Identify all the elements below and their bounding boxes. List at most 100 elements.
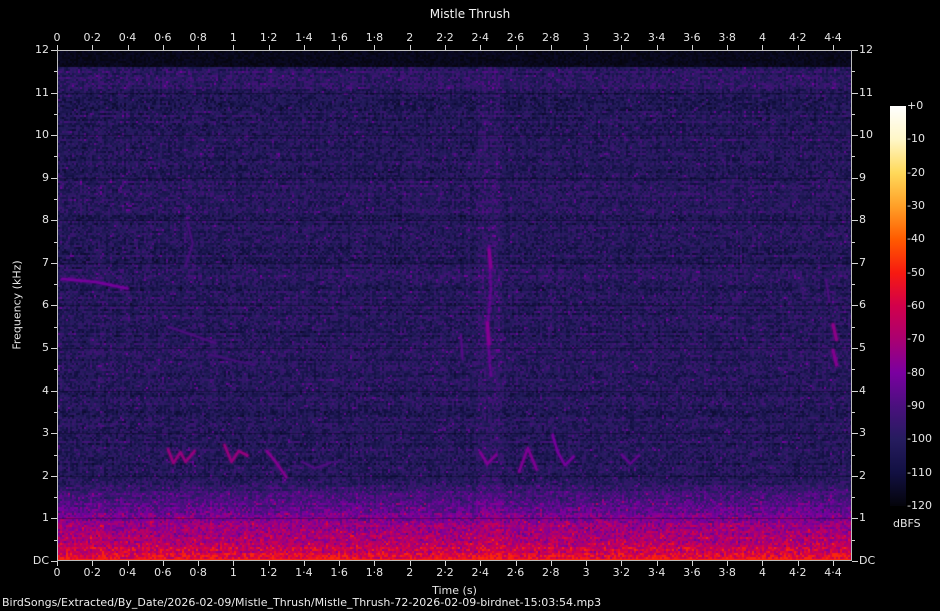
top-time-tick-label: 0·2 xyxy=(84,32,102,44)
bottom-time-tick xyxy=(621,561,622,566)
bottom-time-tick xyxy=(727,561,728,566)
bottom-time-tick xyxy=(128,561,129,566)
bottom-time-tick xyxy=(374,561,375,566)
colorbar-tick-label: -60 xyxy=(907,300,925,312)
top-time-tick-label: 0·6 xyxy=(154,32,172,44)
left-freq-tick-label: 2 xyxy=(0,470,49,482)
top-time-tick-label: 4 xyxy=(759,32,766,44)
colorbar xyxy=(890,106,906,506)
right-freq-minor-tick xyxy=(852,242,855,243)
right-freq-minor-tick xyxy=(852,71,855,72)
bottom-time-tick-label: 1·4 xyxy=(295,567,313,579)
right-freq-tick-label: 12 xyxy=(859,44,873,56)
top-time-tick-label: 1·8 xyxy=(366,32,384,44)
bottom-time-tick-label: 3·6 xyxy=(683,567,701,579)
colorbar-tick-label: +0 xyxy=(907,100,923,112)
bottom-time-tick xyxy=(233,561,234,566)
colorbar-tick-label: -10 xyxy=(907,133,925,145)
right-freq-minor-tick xyxy=(852,156,855,157)
right-freq-tick-label: 3 xyxy=(859,427,866,439)
right-freq-tick xyxy=(852,518,858,519)
right-freq-minor-tick xyxy=(852,540,855,541)
bottom-time-tick xyxy=(657,561,658,566)
bottom-time-tick xyxy=(586,561,587,566)
y-axis-title: Frequency (kHz) xyxy=(11,260,24,349)
right-freq-tick xyxy=(852,50,858,51)
right-freq-tick-label: 9 xyxy=(859,172,866,184)
right-freq-minor-tick xyxy=(852,114,855,115)
bottom-time-tick-label: 4·2 xyxy=(789,567,807,579)
file-path: BirdSongs/Extracted/By_Date/2026-02-09/M… xyxy=(2,596,601,609)
bottom-time-tick-label: 2 xyxy=(406,567,413,579)
right-freq-tick-label: 5 xyxy=(859,342,866,354)
right-freq-tick xyxy=(852,93,858,94)
right-freq-minor-tick xyxy=(852,284,855,285)
right-freq-tick-label: 7 xyxy=(859,257,866,269)
left-freq-tick-label: 3 xyxy=(0,427,49,439)
bottom-time-tick xyxy=(269,561,270,566)
bottom-time-tick xyxy=(339,561,340,566)
bottom-time-tick-label: 3·2 xyxy=(613,567,631,579)
bottom-time-tick-label: 3·4 xyxy=(648,567,666,579)
right-freq-minor-tick xyxy=(852,455,855,456)
right-freq-tick xyxy=(852,135,858,136)
right-freq-minor-tick xyxy=(852,369,855,370)
left-freq-tick-label: 4 xyxy=(0,385,49,397)
bottom-time-tick xyxy=(833,561,834,566)
top-time-tick-label: 4·2 xyxy=(789,32,807,44)
bottom-time-tick xyxy=(198,561,199,566)
left-freq-tick-label: 1 xyxy=(0,512,49,524)
colorbar-tick-label: -120 xyxy=(907,500,932,512)
right-freq-tick xyxy=(852,178,858,179)
colorbar-tick-label: -110 xyxy=(907,467,932,479)
bottom-time-tick-label: 0·6 xyxy=(154,567,172,579)
bottom-time-tick xyxy=(762,561,763,566)
bottom-time-tick xyxy=(692,561,693,566)
top-time-tick-label: 3·8 xyxy=(718,32,736,44)
bottom-time-tick xyxy=(304,561,305,566)
bottom-time-tick xyxy=(92,561,93,566)
left-freq-tick-label: 8 xyxy=(0,214,49,226)
left-freq-tick-label: 12 xyxy=(0,44,49,56)
left-freq-tick-label: 10 xyxy=(0,129,49,141)
bottom-time-tick-label: 1·8 xyxy=(366,567,384,579)
right-freq-tick-label: 11 xyxy=(859,87,873,99)
bottom-time-tick-label: 1·2 xyxy=(260,567,278,579)
right-freq-tick xyxy=(852,348,858,349)
bottom-time-tick-label: 0·2 xyxy=(84,567,102,579)
colorbar-tick-label: -50 xyxy=(907,267,925,279)
top-time-tick-label: 2·8 xyxy=(542,32,560,44)
top-time-tick-label: 1·6 xyxy=(330,32,348,44)
bottom-time-tick xyxy=(163,561,164,566)
right-freq-tick-label: 8 xyxy=(859,214,866,226)
right-freq-minor-tick xyxy=(852,199,855,200)
left-freq-tick-label: 9 xyxy=(0,172,49,184)
right-freq-tick-label: 2 xyxy=(859,470,866,482)
top-time-tick-label: 2·2 xyxy=(436,32,454,44)
colorbar-unit-label: dBFS xyxy=(893,517,921,530)
colorbar-tick-label: -70 xyxy=(907,333,925,345)
right-freq-minor-tick xyxy=(852,497,855,498)
bottom-time-tick-label: 3 xyxy=(583,567,590,579)
colorbar-tick-label: -80 xyxy=(907,367,925,379)
left-freq-tick-label: 6 xyxy=(0,299,49,311)
bottom-time-tick-label: 2·2 xyxy=(436,567,454,579)
top-time-tick-label: 1·4 xyxy=(295,32,313,44)
right-freq-tick xyxy=(852,476,858,477)
left-freq-tick xyxy=(51,561,57,562)
top-time-tick-label: 2·6 xyxy=(507,32,525,44)
top-time-tick-label: 1·2 xyxy=(260,32,278,44)
bottom-time-tick xyxy=(57,561,58,566)
colorbar-tick-label: -30 xyxy=(907,200,925,212)
top-time-tick-label: 3·2 xyxy=(613,32,631,44)
bottom-time-tick xyxy=(480,561,481,566)
bottom-time-tick-label: 2·8 xyxy=(542,567,560,579)
bottom-time-tick-label: 4·4 xyxy=(824,567,842,579)
top-time-tick-label: 0 xyxy=(54,32,61,44)
bottom-time-tick-label: 0·8 xyxy=(189,567,207,579)
top-time-tick-label: 4·4 xyxy=(824,32,842,44)
top-time-tick-label: 3·6 xyxy=(683,32,701,44)
bottom-time-tick xyxy=(551,561,552,566)
top-time-tick-label: 1 xyxy=(230,32,237,44)
top-time-tick-label: 2 xyxy=(406,32,413,44)
